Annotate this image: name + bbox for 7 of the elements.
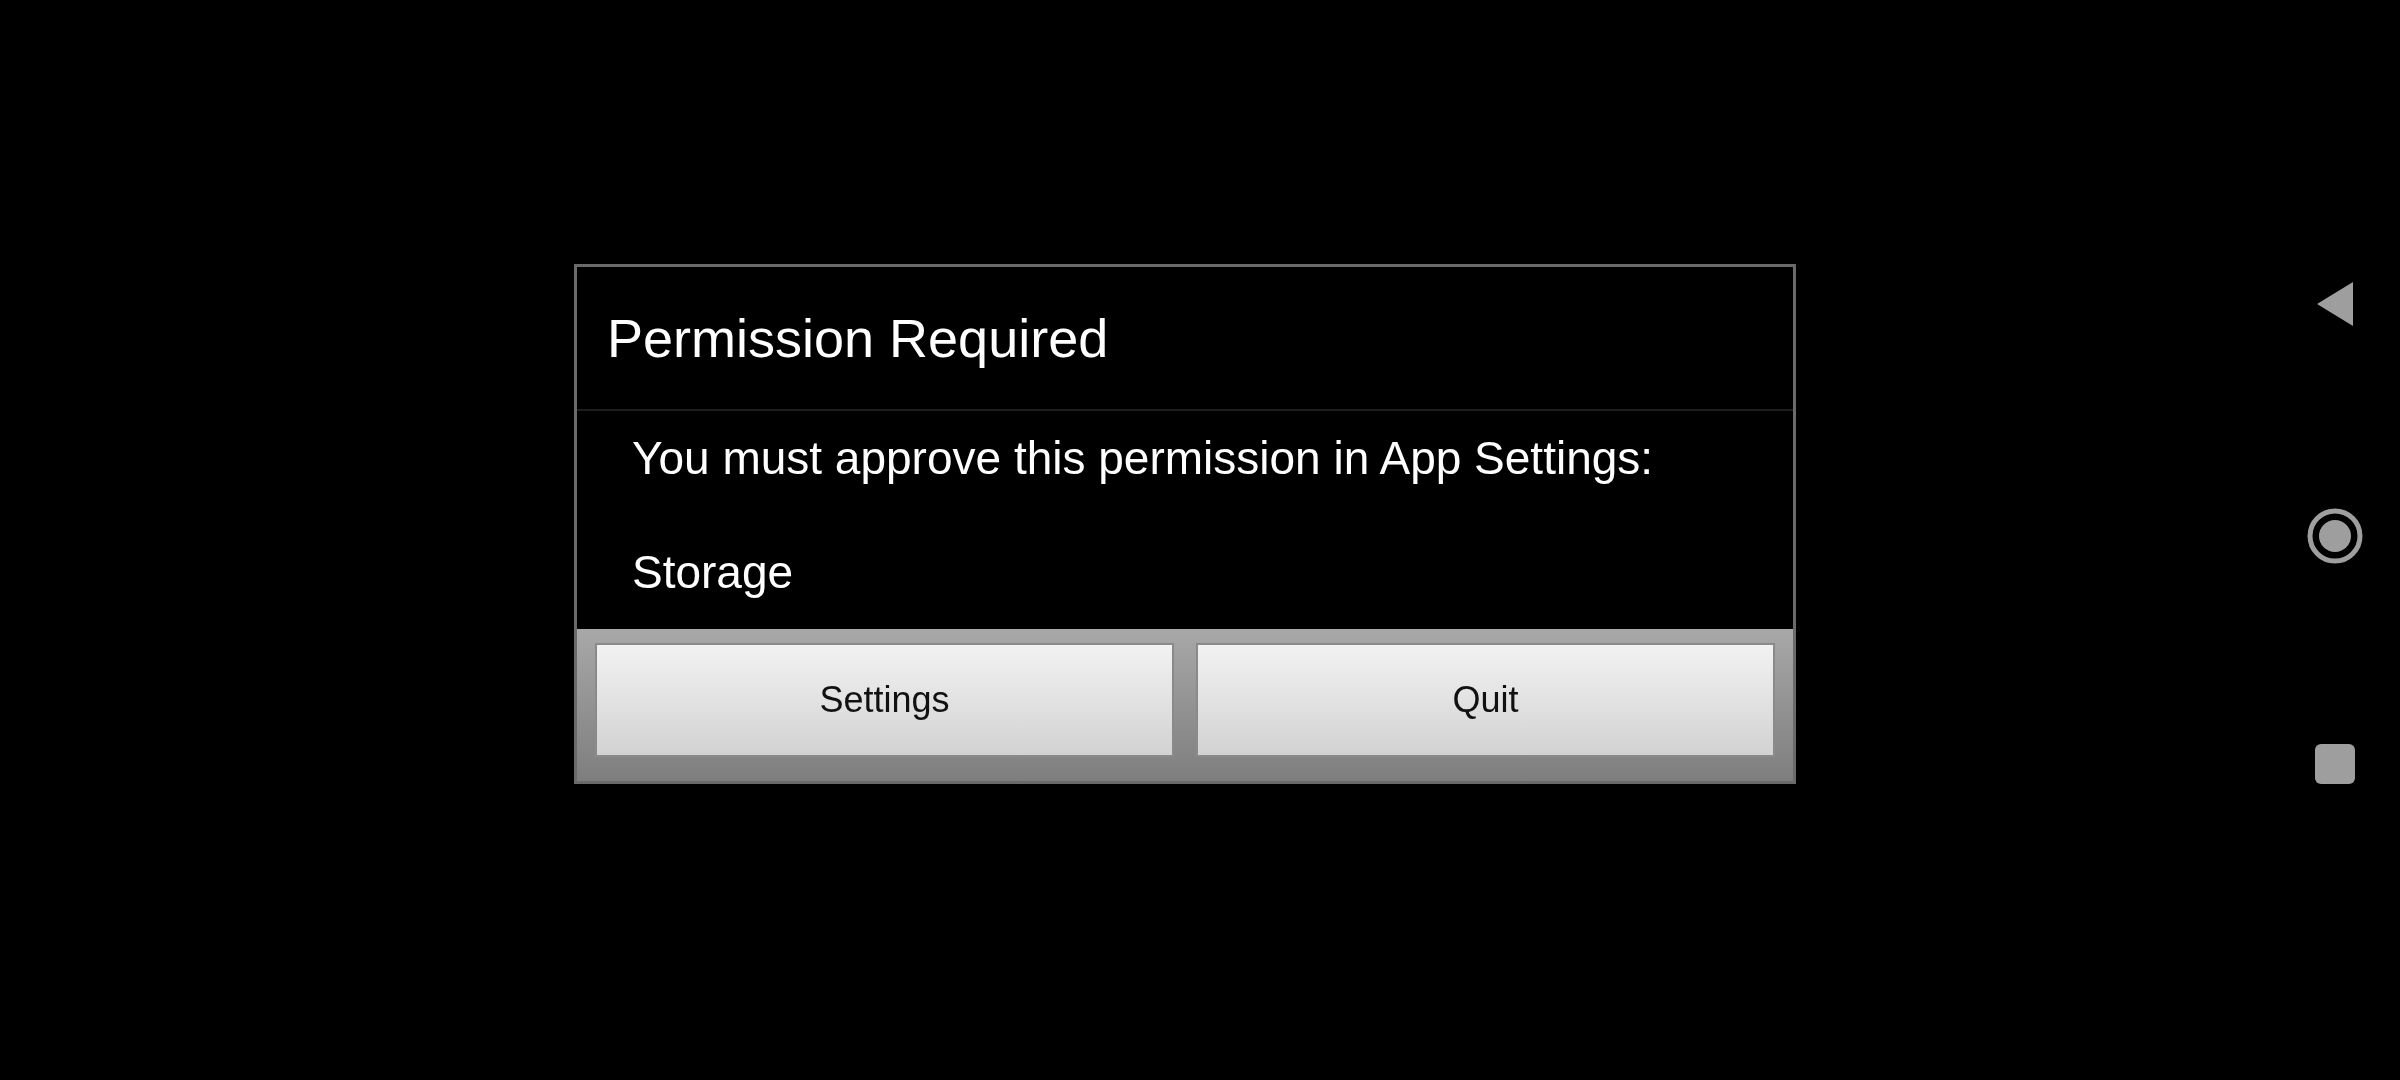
- permission-name: Storage: [632, 545, 795, 599]
- home-icon[interactable]: [2307, 508, 2363, 564]
- dialog-message: You must approve this permission in App Settings:: [632, 431, 1655, 485]
- dialog-title: Permission Required: [577, 267, 1793, 411]
- back-icon[interactable]: [2315, 280, 2355, 328]
- dialog-button[interactable]: Settings: [595, 643, 1174, 757]
- dialog-button[interactable]: Quit: [1196, 643, 1775, 757]
